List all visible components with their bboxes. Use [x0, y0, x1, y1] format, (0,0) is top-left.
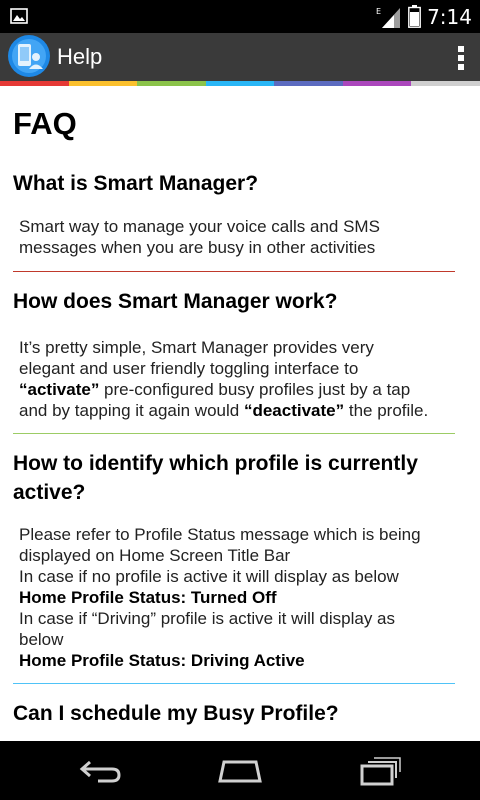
faq-question: What is Smart Manager?: [13, 172, 259, 195]
answer-line: In case if “Driving” profile is active i…: [19, 609, 396, 628]
image-notification-icon: [10, 8, 28, 24]
answer-line: Please refer to Profile Status message w…: [19, 525, 421, 544]
status-bar: E 7:14: [0, 0, 480, 33]
answer-line: It’s pretty simple, Smart Manager provid…: [19, 338, 374, 357]
status-example: Home Profile Status: Turned Off: [19, 588, 277, 607]
faq-divider: [13, 683, 455, 684]
answer-line: and by tapping it again would: [19, 401, 244, 420]
answer-line: below: [19, 630, 64, 649]
faq-answer: Smart way to manage your voice calls and…: [19, 216, 459, 258]
signal-icon: E: [376, 7, 401, 28]
faq-divider: [13, 271, 455, 272]
status-example: Home Profile Status: Driving Active: [19, 651, 305, 670]
activate-keyword: “activate”: [19, 380, 100, 399]
answer-line: Smart way to manage your voice calls and…: [19, 217, 380, 236]
back-button[interactable]: [70, 753, 130, 789]
home-icon: [218, 760, 262, 783]
faq-question: Can I schedule my Busy Profile?: [13, 702, 339, 725]
question-line: How to identify which profile is current…: [13, 452, 418, 475]
faq-question: How does Smart Manager work?: [13, 290, 338, 313]
battery-icon: [408, 5, 421, 28]
network-type-label: E: [376, 7, 381, 16]
answer-line: displayed on Home Screen Title Bar: [19, 546, 291, 565]
action-bar-title: Help: [57, 44, 103, 69]
status-icons: E 7:14: [376, 3, 472, 30]
faq-question: How to identify which profile is current…: [13, 449, 453, 507]
smart-manager-app-icon[interactable]: [8, 35, 50, 77]
answer-line: pre-configured busy profiles just by a t…: [99, 380, 411, 399]
answer-line: elegant and user friendly toggling inter…: [19, 359, 359, 378]
navigation-bar: [0, 741, 480, 800]
help-content[interactable]: FAQ What is Smart Manager? Smart way to …: [0, 86, 480, 741]
faq-divider: [13, 433, 455, 434]
deactivate-keyword: “deactivate”: [243, 401, 345, 420]
question-line: active?: [13, 481, 86, 504]
home-button[interactable]: [210, 753, 270, 789]
back-icon: [79, 760, 121, 783]
status-time: 7:14: [427, 4, 472, 29]
faq-answer: Please refer to Profile Status message w…: [19, 524, 459, 671]
action-bar: Help: [0, 33, 480, 81]
recent-apps-icon: [360, 757, 401, 786]
overflow-menu-icon[interactable]: [456, 43, 466, 73]
answer-line: the profile.: [344, 401, 429, 420]
recent-apps-button[interactable]: [350, 753, 410, 789]
answer-line: In case if no profile is active it will …: [19, 567, 399, 586]
page-title: FAQ: [13, 106, 77, 141]
answer-line: messages when you are busy in other acti…: [19, 238, 376, 257]
faq-answer: It’s pretty simple, Smart Manager provid…: [19, 337, 459, 421]
